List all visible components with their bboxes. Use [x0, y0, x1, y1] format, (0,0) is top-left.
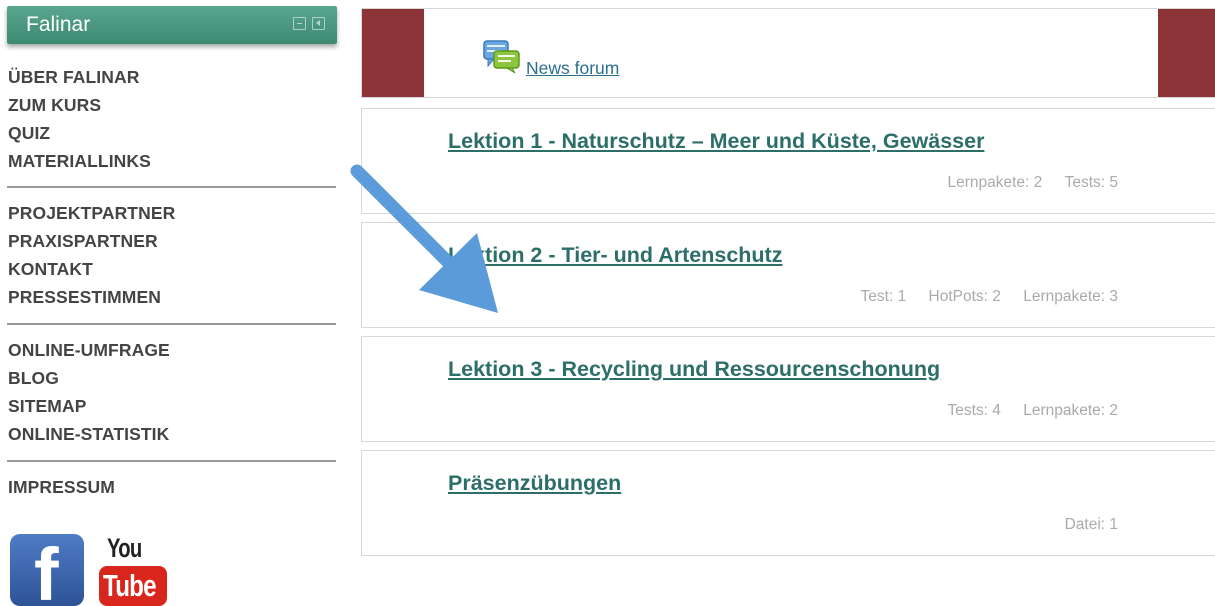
section-title-link[interactable]: Lektion 3 - Recycling und Ressourcenscho… [448, 357, 940, 382]
youtube-icon[interactable]: You Tube [97, 533, 169, 606]
section-title-link[interactable]: Präsenzübungen [448, 471, 621, 496]
stat-datei: Datei: 1 [1064, 516, 1118, 533]
menu-item-praxispartner[interactable]: PRAXISPARTNER [8, 227, 175, 255]
forum-chat-icon [483, 40, 520, 74]
dock-icon[interactable] [312, 17, 325, 30]
menu-group-course: ÜBER FALINAR ZUM KURS QUIZ MATERIALLINKS [8, 63, 151, 175]
youtube-you-text: You [107, 533, 142, 563]
section-lektion-3: Lektion 3 - Recycling und Ressourcenscho… [361, 336, 1215, 442]
sidebar-block-header: Falinar [7, 6, 337, 44]
menu-item-impressum[interactable]: IMPRESSUM [8, 473, 115, 501]
block-title: Falinar [26, 13, 91, 36]
section-praesenzuebungen: Präsenzübungen Datei: 1 [361, 450, 1215, 556]
menu-item-projektpartner[interactable]: PROJEKTPARTNER [8, 199, 175, 227]
section-stats: Datei: 1 [1047, 516, 1118, 534]
stat-lernpakete: Lernpakete: 2 [947, 174, 1043, 191]
maroon-side-bar-right [1158, 9, 1215, 97]
menu-divider [7, 186, 336, 188]
stat-tests: Tests: 4 [947, 402, 1001, 419]
news-forum-link[interactable]: News forum [526, 58, 619, 79]
section-lektion-1: Lektion 1 - Naturschutz – Meer und Küste… [361, 108, 1215, 214]
facebook-icon[interactable]: f [10, 534, 84, 606]
menu-group-legal: IMPRESSUM [8, 473, 115, 501]
section-lektion-2: Lektion 2 - Tier- und Artenschutz Test: … [361, 222, 1215, 328]
minimize-icon[interactable] [293, 17, 306, 30]
menu-divider [7, 323, 336, 325]
news-forum-section: News forum [361, 8, 1215, 98]
menu-item-pressestimmen[interactable]: PRESSESTIMMEN [8, 283, 175, 311]
youtube-tube-text: Tube [103, 568, 157, 603]
menu-item-ueber-falinar[interactable]: ÜBER FALINAR [8, 63, 151, 91]
menu-group-community: ONLINE-UMFRAGE BLOG SITEMAP ONLINE-STATI… [8, 336, 170, 448]
facebook-glyph: f [34, 533, 59, 606]
stat-tests: Tests: 5 [1064, 174, 1118, 191]
stat-lernpakete: Lernpakete: 2 [1023, 402, 1118, 419]
section-stats: Test: 1 HotPots: 2 Lernpakete: 3 [843, 288, 1118, 306]
section-stats: Lernpakete: 2 Tests: 5 [929, 174, 1118, 192]
stat-lernpakete: Lernpakete: 3 [1023, 288, 1118, 305]
maroon-side-bar-left [362, 9, 424, 97]
menu-item-zum-kurs[interactable]: ZUM KURS [8, 91, 151, 119]
menu-item-kontakt[interactable]: KONTAKT [8, 255, 175, 283]
youtube-tube-badge: Tube [99, 566, 167, 606]
section-title-link[interactable]: Lektion 2 - Tier- und Artenschutz [448, 243, 782, 268]
menu-group-partners: PROJEKTPARTNER PRAXISPARTNER KONTAKT PRE… [8, 199, 175, 311]
stat-test: Test: 1 [860, 288, 907, 305]
menu-item-online-umfrage[interactable]: ONLINE-UMFRAGE [8, 336, 170, 364]
menu-item-sitemap[interactable]: SITEMAP [8, 392, 170, 420]
section-stats: Tests: 4 Lernpakete: 2 [929, 402, 1118, 420]
section-title-link[interactable]: Lektion 1 - Naturschutz – Meer und Küste… [448, 129, 984, 154]
menu-item-quiz[interactable]: QUIZ [8, 119, 151, 147]
menu-divider [7, 460, 336, 462]
menu-item-blog[interactable]: BLOG [8, 364, 170, 392]
stat-hotpots: HotPots: 2 [928, 288, 1001, 305]
menu-item-materiallinks[interactable]: MATERIALLINKS [8, 147, 151, 175]
menu-item-online-statistik[interactable]: ONLINE-STATISTIK [8, 420, 170, 448]
